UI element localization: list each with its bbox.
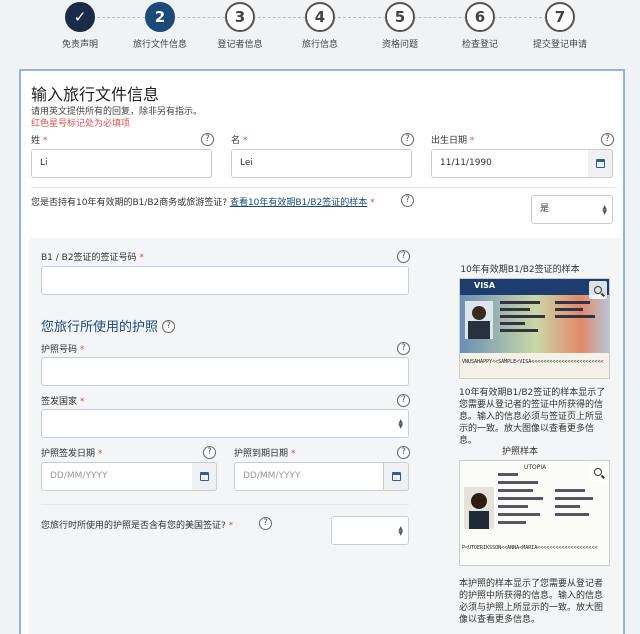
visa-sample-heading: VISA bbox=[474, 281, 496, 290]
step-3-label: 登记者信息 bbox=[217, 40, 263, 50]
step-3-circle: 3 bbox=[225, 2, 255, 32]
passport-sample-image[interactable]: UTOPIA P<UTOERIKSSON<<ANNA<MARIA<<<<<<<<… bbox=[459, 460, 610, 566]
dob-label: 出生日期 * bbox=[431, 136, 475, 146]
select-arrows-icon: ▲ ▼ bbox=[398, 418, 403, 430]
visa-zoom-icon[interactable] bbox=[589, 281, 607, 299]
step-6-circle: 6 bbox=[465, 2, 495, 32]
step-4: 4 旅行信息 bbox=[280, 2, 360, 50]
issue-date-help-icon[interactable]: ? bbox=[203, 446, 216, 459]
dob-calendar-button[interactable] bbox=[588, 149, 613, 178]
visa-question-select[interactable]: 是 ▲ ▼ bbox=[531, 195, 613, 224]
form-title: 输入旅行文件信息 bbox=[31, 85, 160, 104]
visa-sample-caption: 10年有效期B1/B2签证的样本 bbox=[460, 265, 580, 275]
visa-number-help-icon[interactable]: ? bbox=[397, 250, 410, 263]
calendar-icon bbox=[595, 159, 605, 168]
issuing-country-label: 签发国家 * bbox=[41, 397, 85, 407]
passport-number-help-icon[interactable]: ? bbox=[397, 342, 410, 355]
step-5-label: 资格问题 bbox=[381, 40, 418, 50]
dob-input[interactable]: 11/11/1990 bbox=[431, 149, 589, 178]
us-visa-question-help-icon[interactable]: ? bbox=[259, 517, 272, 530]
given-name-label: 名 * bbox=[231, 136, 248, 146]
passport-section-title: 您旅行所使用的护照 ? bbox=[41, 316, 176, 335]
step-4-circle: 4 bbox=[305, 2, 335, 32]
visa-sample-text: 10年有效期B1/B2签证的样本显示了您需要从登记者的签证中所获得的信息。输入的… bbox=[459, 388, 606, 446]
step-2-circle: 2 bbox=[145, 2, 175, 32]
visa-question-select-value: 是 bbox=[540, 204, 550, 214]
expiry-date-calendar-button[interactable] bbox=[384, 462, 409, 491]
visa-sample-link[interactable]: 查看10年有效期B1/B2签证的样本 bbox=[230, 198, 367, 208]
us-visa-question-select[interactable]: ▲ ▼ bbox=[331, 516, 409, 545]
divider bbox=[41, 504, 409, 505]
visa-number-input[interactable] bbox=[41, 266, 409, 295]
step-7-circle: 7 bbox=[545, 2, 575, 32]
step-2: 2 旅行文件信息 bbox=[120, 2, 200, 50]
passport-section-help-icon[interactable]: ? bbox=[162, 320, 176, 333]
step-7: 7 提交登记申请 bbox=[520, 2, 600, 50]
step-3: 3 登记者信息 bbox=[200, 2, 280, 50]
step-5-circle: 5 bbox=[385, 2, 415, 32]
step-5: 5 资格问题 bbox=[360, 2, 440, 50]
surname-label: 姓 * bbox=[31, 136, 48, 146]
visa-question-help-icon[interactable]: ? bbox=[401, 194, 414, 207]
select-arrows-icon: ▲ ▼ bbox=[602, 204, 607, 216]
visa-sample-mrz: VNUSAHAPPY<<SAMPLE<VISA<<<<<<<<<<<<<<<<<… bbox=[462, 359, 604, 365]
select-arrows-icon: ▲ ▼ bbox=[398, 525, 403, 537]
dob-help-icon[interactable]: ? bbox=[601, 133, 614, 146]
passport-number-input[interactable] bbox=[41, 357, 409, 386]
step-1-label: 免责声明 bbox=[61, 40, 98, 50]
progress-stepper: ✓ 免责声明 2 旅行文件信息 3 登记者信息 4 旅行信息 5 资格问题 6 … bbox=[0, 0, 640, 62]
step-1: ✓ 免责声明 bbox=[40, 2, 120, 50]
calendar-icon bbox=[199, 472, 209, 481]
issue-date-calendar-button[interactable] bbox=[192, 462, 217, 491]
travel-document-form: 输入旅行文件信息 请用英文提供所有的回复，除非另有指示。 红色星号标记处为必填项… bbox=[19, 69, 625, 634]
required-note: 红色星号标记处为必填项 bbox=[31, 119, 131, 129]
step-2-label: 旅行文件信息 bbox=[132, 40, 187, 50]
issue-date-input[interactable]: DD/MM/YYYY bbox=[41, 462, 193, 491]
visa-question-label: 您是否持有10年有效期的B1/B2商务或旅游签证? 查看10年有效期B1/B2签… bbox=[31, 198, 375, 208]
issue-date-label: 护照签发日期 * bbox=[41, 449, 103, 459]
calendar-icon bbox=[391, 472, 401, 481]
surname-input[interactable]: Li bbox=[31, 149, 212, 178]
passport-sample-caption: 护照样本 bbox=[501, 447, 538, 457]
step-4-label: 旅行信息 bbox=[301, 40, 338, 50]
divider bbox=[31, 187, 617, 188]
passport-zoom-icon[interactable] bbox=[589, 463, 607, 481]
visa-sample-image[interactable]: VISA VNUSAHAPPY<<SAMPLE<VISA<<<<<<<<<<<<… bbox=[459, 278, 610, 379]
passport-sample-heading: UTOPIA bbox=[524, 464, 547, 471]
expiry-date-input[interactable]: DD/MM/YYYY bbox=[234, 462, 384, 491]
step-7-label: 提交登记申请 bbox=[532, 40, 587, 50]
visa-number-label: B1 / B2签证的签证号码 * bbox=[41, 253, 144, 263]
step-6: 6 检查登记 bbox=[440, 2, 520, 50]
visa-passport-section: B1 / B2签证的签证号码 * ? 您旅行所使用的护照 ? 护照号码 * ? … bbox=[29, 238, 621, 634]
us-visa-question-label: 您旅行时所使用的护照是否含有您的美国签证? * bbox=[41, 521, 234, 531]
step-1-circle: ✓ bbox=[65, 2, 95, 32]
given-name-help-icon[interactable]: ? bbox=[401, 133, 414, 146]
passport-sample-text: 本护照的样本显示了您需要从登记者的护照中所获得的信息。输入的信息必须与护照上所显… bbox=[459, 579, 604, 625]
issuing-country-select[interactable]: ▲ ▼ bbox=[41, 409, 409, 438]
issuing-country-help-icon[interactable]: ? bbox=[397, 394, 410, 407]
passport-sample-mrz: P<UTOERIKSSON<<ANNA<MARIA<<<<<<<<<<<<<<<… bbox=[462, 545, 598, 551]
expiry-date-help-icon[interactable]: ? bbox=[397, 446, 410, 459]
surname-help-icon[interactable]: ? bbox=[201, 133, 214, 146]
expiry-date-label: 护照到期日期 * bbox=[234, 449, 296, 459]
passport-number-label: 护照号码 * bbox=[41, 345, 85, 355]
given-name-input[interactable]: Lei bbox=[231, 149, 412, 178]
step-6-label: 检查登记 bbox=[461, 40, 498, 50]
